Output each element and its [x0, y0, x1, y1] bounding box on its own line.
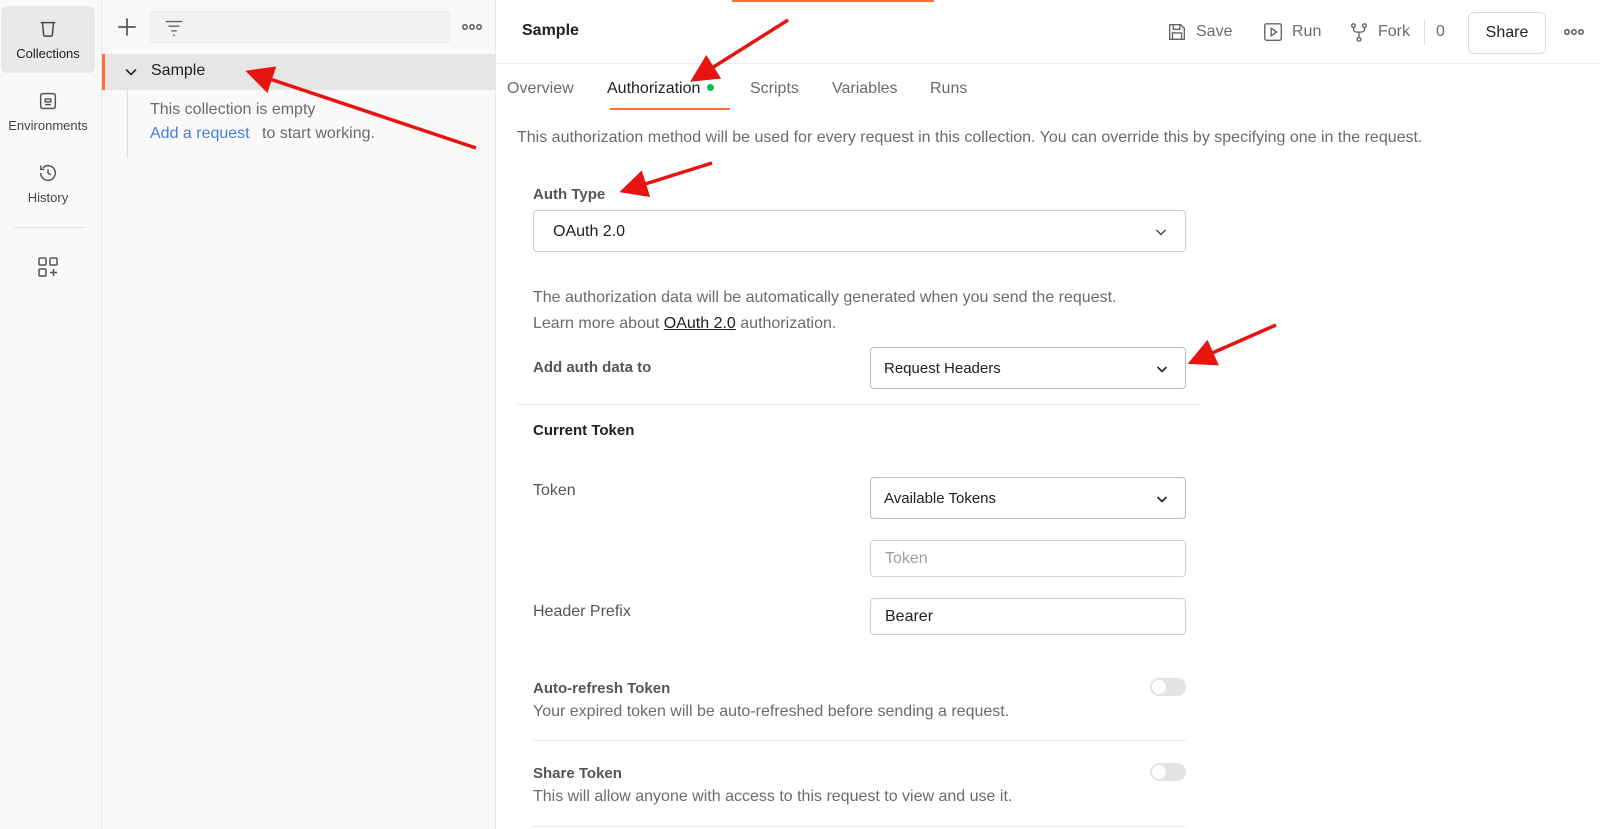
- learn-more-prefix: Learn more about: [533, 315, 660, 332]
- tab-variables[interactable]: Variables: [832, 80, 898, 98]
- tab-runs[interactable]: Runs: [930, 80, 967, 98]
- section-divider: [533, 740, 1186, 741]
- collection-item-sample[interactable]: Sample: [102, 54, 496, 90]
- chevron-down-icon: [1156, 496, 1168, 503]
- tab-active-underline: [610, 108, 730, 110]
- rail-history-label: History: [27, 190, 69, 205]
- token-label: Token: [533, 482, 576, 499]
- current-token-heading: Current Token: [533, 422, 635, 439]
- auth-info-line1: The authorization data will be automatic…: [533, 289, 1117, 306]
- auto-refresh-toggle[interactable]: [1150, 678, 1186, 696]
- toggle-knob: [1152, 765, 1166, 779]
- auth-type-label: Auth Type: [533, 186, 606, 203]
- fork-button[interactable]: Fork: [1348, 20, 1410, 44]
- header-prefix-input[interactable]: [870, 598, 1186, 635]
- rail-collections[interactable]: Collections: [1, 6, 95, 73]
- fork-divider: [1424, 20, 1425, 46]
- tab-overview[interactable]: Overview: [507, 80, 574, 98]
- chevron-down-icon[interactable]: [123, 64, 139, 80]
- header-prefix-label: Header Prefix: [533, 603, 631, 620]
- status-dot: [707, 84, 715, 92]
- token-input[interactable]: [870, 540, 1186, 577]
- auth-info-line2: Learn more about OAuth 2.0 authorization…: [533, 315, 836, 333]
- save-button[interactable]: Save: [1166, 20, 1232, 44]
- auth-description: This authorization method will be used f…: [517, 129, 1423, 146]
- fork-icon: [1350, 23, 1368, 42]
- run-label: Run: [1292, 23, 1322, 40]
- fork-count: 0: [1436, 23, 1445, 40]
- auto-refresh-title: Auto-refresh Token: [533, 680, 671, 697]
- run-button[interactable]: Run: [1262, 20, 1321, 44]
- share-token-title: Share Token: [533, 765, 622, 782]
- toggle-knob: [1152, 680, 1166, 694]
- main-panel: Sample Save Run Fork 0 Share Overview Au…: [496, 0, 1600, 829]
- rail-environments[interactable]: Environments: [1, 78, 95, 145]
- chevron-down-icon: [1156, 366, 1168, 373]
- fork-label: Fork: [1378, 23, 1410, 40]
- add-auth-data-select[interactable]: Request Headers: [870, 347, 1186, 389]
- share-token-toggle[interactable]: [1150, 763, 1186, 781]
- main-header: Sample Save Run Fork 0 Share: [496, 0, 1600, 64]
- tab-scripts[interactable]: Scripts: [750, 80, 799, 98]
- tab-authorization-label: Authorization: [607, 80, 701, 97]
- sidebar-search-input[interactable]: [150, 11, 450, 43]
- app-window: Collections Environments History Sample …: [0, 0, 1600, 829]
- chevron-down-icon: [1156, 229, 1166, 236]
- rail-divider: [14, 227, 86, 228]
- more-options-icon[interactable]: [1562, 21, 1586, 43]
- history-icon: [39, 165, 57, 182]
- plus-icon[interactable]: [114, 14, 140, 40]
- environments-icon: [39, 92, 57, 110]
- add-widget-icon[interactable]: [36, 255, 60, 279]
- save-label: Save: [1196, 23, 1233, 40]
- section-divider: [517, 404, 1201, 405]
- save-icon: [1168, 23, 1186, 41]
- filter-icon[interactable]: [163, 18, 185, 38]
- empty-collection-text: This collection is empty: [150, 101, 316, 118]
- learn-more-suffix: authorization.: [740, 315, 837, 332]
- rail-history[interactable]: History: [1, 150, 95, 217]
- collection-name: Sample: [151, 62, 206, 79]
- share-token-description: This will allow anyone with access to th…: [533, 788, 1013, 805]
- sidebar-toolbar: [102, 0, 496, 54]
- icon-rail: Collections Environments History: [0, 0, 102, 829]
- more-options-icon[interactable]: [460, 16, 484, 38]
- collections-sidebar: Sample This collection is empty Add a re…: [102, 0, 496, 829]
- rail-environments-label: Environments: [8, 118, 88, 133]
- add-auth-value: Request Headers: [884, 360, 1001, 377]
- run-icon: [1264, 23, 1282, 41]
- collections-icon: [40, 21, 56, 37]
- add-auth-label: Add auth data to: [533, 359, 652, 376]
- share-button[interactable]: Share: [1468, 12, 1546, 54]
- section-divider: [533, 826, 1186, 827]
- auth-type-value: OAuth 2.0: [553, 223, 626, 240]
- add-request-suffix: to start working.: [262, 125, 375, 142]
- available-tokens-select[interactable]: Available Tokens: [870, 477, 1186, 519]
- tree-guide-line: [127, 90, 128, 158]
- rail-collections-label: Collections: [16, 46, 80, 61]
- available-tokens-value: Available Tokens: [884, 490, 997, 507]
- auth-type-select[interactable]: OAuth 2.0: [533, 210, 1186, 252]
- collection-tabs: Overview Authorization Scripts Variables…: [496, 64, 1600, 112]
- add-request-link[interactable]: Add a request: [150, 125, 250, 143]
- oauth-docs-link[interactable]: OAuth 2.0: [664, 315, 736, 332]
- auto-refresh-description: Your expired token will be auto-refreshe…: [533, 703, 1010, 720]
- page-title: Sample: [522, 22, 579, 39]
- tab-authorization[interactable]: Authorization: [607, 80, 715, 98]
